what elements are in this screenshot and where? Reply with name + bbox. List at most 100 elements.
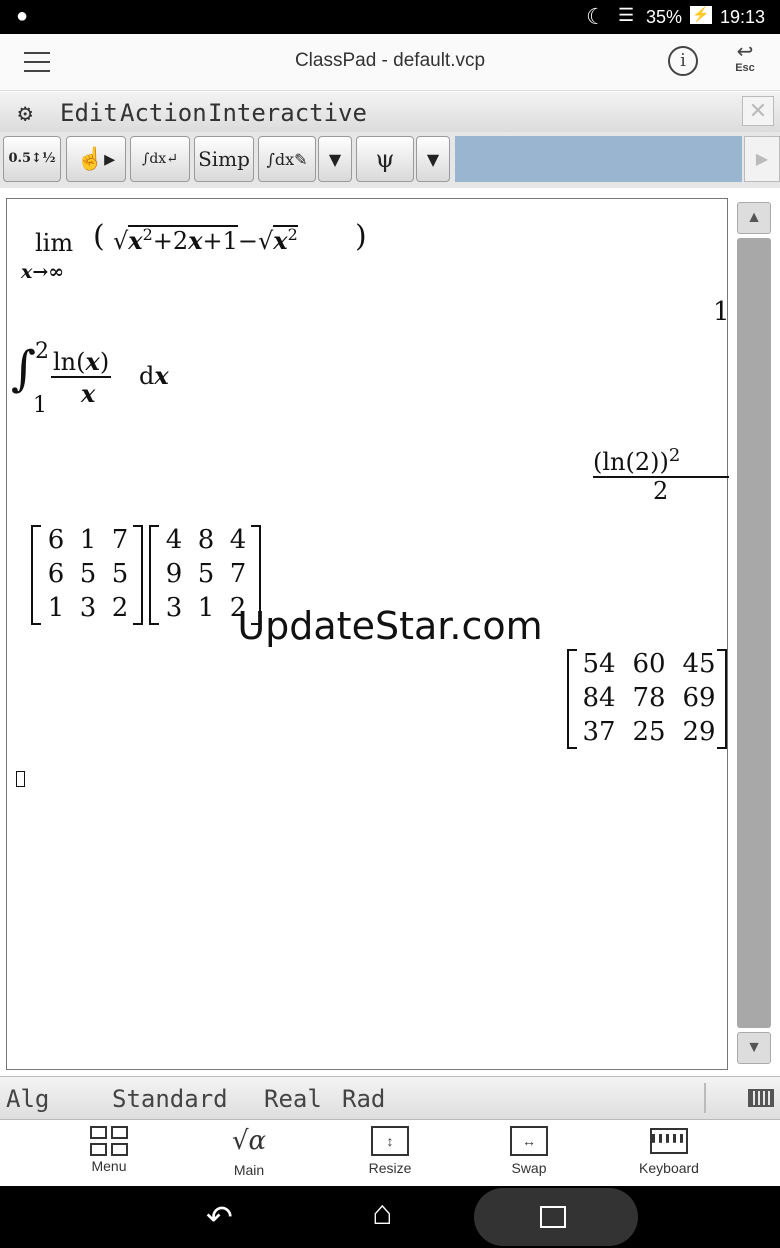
battery-percent: 35% <box>646 7 683 27</box>
integral-sign-icon: ∫ <box>11 341 37 397</box>
integral-edit-button[interactable]: ∫dx✎ <box>258 136 316 182</box>
integral-dx: dx <box>139 361 169 390</box>
matrix-cell: 78 <box>632 683 666 713</box>
nav-keyboard[interactable]: Keyboard <box>619 1126 719 1176</box>
home-icon[interactable]: ⌂ <box>372 1194 393 1233</box>
menu-bar: ⚙ Edit Action Interactive ✕ <box>0 92 780 133</box>
matrix-cell: 4 <box>229 525 247 555</box>
integral-result-numerator: (ln(2))2 <box>593 445 729 478</box>
scroll-down-icon[interactable]: ▼ <box>737 1032 771 1064</box>
matrix-cell: 69 <box>682 683 716 713</box>
matrix-cell: 54 <box>582 649 616 679</box>
menu-interactive[interactable]: Interactive <box>208 99 367 127</box>
nav-keyboard-label: Keyboard <box>639 1160 699 1176</box>
watermark: UpdateStar.com <box>237 604 543 648</box>
lim-subscript: x→∞ <box>21 261 65 283</box>
matrix-cell: 5 <box>197 559 215 589</box>
mode-standard[interactable]: Standard <box>112 1085 228 1113</box>
decimal-fraction-toggle-button[interactable]: 0.5↕½ <box>3 136 61 182</box>
nav-menu-label: Menu <box>91 1158 127 1174</box>
dropdown-arrow-icon[interactable]: ▼ <box>416 136 450 182</box>
swap-icon: ↔ <box>510 1126 548 1156</box>
esc-label: Esc <box>735 62 755 74</box>
android-icon: ● <box>16 5 29 27</box>
hand-pointer-button[interactable]: ☝▸ <box>66 136 126 182</box>
graph-button[interactable]: ψ <box>356 136 414 182</box>
limit-body: ( <box>93 219 105 254</box>
integral-result-denominator: 2 <box>653 477 669 505</box>
recent-apps-icon <box>540 1206 566 1228</box>
limit-body-close: ) <box>355 219 367 254</box>
divider <box>704 1083 706 1113</box>
scroll-thumb[interactable] <box>737 238 771 1028</box>
back-arrow-icon: ↩ <box>736 41 754 63</box>
matrix-cell: 29 <box>682 717 716 747</box>
mode-real[interactable]: Real <box>264 1085 322 1113</box>
resize-icon: ↕ <box>371 1126 409 1156</box>
nav-resize[interactable]: ↕ Resize <box>340 1126 440 1176</box>
matrix-cell: 1 <box>79 525 97 555</box>
dropdown-arrow-icon[interactable]: ▼ <box>318 136 352 182</box>
simp-button[interactable]: Simp <box>194 136 254 182</box>
title-bar: ClassPad - default.vcp i ↩ Esc <box>0 34 780 91</box>
toolbar-empty-area <box>455 136 742 182</box>
nav-swap-label: Swap <box>511 1160 547 1176</box>
limit-expression[interactable]: lim x→∞ ( √x2+2x+1−√x2 ) <box>17 219 377 291</box>
nav-menu[interactable]: Menu <box>59 1126 159 1174</box>
matrix-cell: 5 <box>111 559 129 589</box>
battery-charging-icon: ⚡ <box>690 6 712 24</box>
vertical-scrollbar[interactable]: ▲ ▼ <box>734 198 774 1070</box>
matrix-cell: 4 <box>165 525 183 555</box>
matrix-cell: 6 <box>47 559 65 589</box>
menu-edit[interactable]: Edit <box>60 99 118 127</box>
matrix-cell: 45 <box>682 649 716 679</box>
system-navigation-bar: ↶ ⌂ <box>0 1186 780 1248</box>
app-title: ClassPad - default.vcp <box>294 50 486 71</box>
integral-result[interactable]: (ln(2))2 2 <box>593 435 729 505</box>
mode-status-bar: Alg Standard Real Rad <box>0 1076 780 1120</box>
matrix-cell: 6 <box>47 525 65 555</box>
nav-main-label: Main <box>233 1162 265 1178</box>
menu-action[interactable]: Action <box>120 99 207 127</box>
matrix-cell: 60 <box>632 649 666 679</box>
matrix-cell: 25 <box>632 717 666 747</box>
limit-result[interactable]: 1 <box>713 297 730 327</box>
mode-rad[interactable]: Rad <box>342 1085 385 1113</box>
matrix-cell: 37 <box>582 717 616 747</box>
mode-alg[interactable]: Alg <box>6 1085 49 1113</box>
toolbar-scroll-right-icon[interactable]: ▶ <box>744 136 780 182</box>
integral-expression[interactable]: ∫ 2 1 ln(x) x dx <box>11 337 201 427</box>
matrix-cell: 84 <box>582 683 616 713</box>
scroll-up-icon[interactable]: ▲ <box>737 202 771 234</box>
keyboard-icon <box>650 1128 688 1154</box>
battery-icon <box>748 1089 774 1107</box>
input-cursor[interactable] <box>16 771 25 787</box>
bottom-navigation: Menu √α Main ↕ Resize ↔ Swap Keyboard <box>0 1120 780 1186</box>
grid-icon <box>90 1126 128 1156</box>
toolbar: 0.5↕½ ☝▸ ∫dx↵ Simp ∫dx✎ ▼ ψ ▼ ▶ <box>0 132 780 188</box>
esc-button[interactable]: ↩ Esc <box>728 42 762 74</box>
recent-apps-button[interactable] <box>474 1188 638 1246</box>
close-icon[interactable]: ✕ <box>742 96 774 126</box>
moon-icon: ☾ <box>586 4 606 29</box>
clock: 19:13 <box>720 7 766 27</box>
lim-label: lim <box>35 229 74 257</box>
settings-gear-icon[interactable]: ⚙ <box>18 99 32 127</box>
integral-upper-limit: 2 <box>35 339 49 364</box>
back-icon[interactable]: ↶ <box>206 1198 233 1236</box>
limit-body-terms: √x2+2x+1−√x2 <box>113 225 298 255</box>
nav-resize-label: Resize <box>368 1160 412 1176</box>
status-bar: ● ☾ ☰ 35% ⚡ 19:13 <box>0 0 780 34</box>
nav-main[interactable]: √α Main <box>199 1126 299 1178</box>
integral-lower-limit: 1 <box>33 393 47 418</box>
matrix-cell: 8 <box>197 525 215 555</box>
integral-transfer-button[interactable]: ∫dx↵ <box>130 136 190 182</box>
matrix-cell: 9 <box>165 559 183 589</box>
matrix-cell: 7 <box>111 525 129 555</box>
integrand-numerator: ln(x) <box>51 347 112 378</box>
info-icon[interactable]: i <box>668 46 698 76</box>
nav-swap[interactable]: ↔ Swap <box>479 1126 579 1176</box>
matrix-cell: 7 <box>229 559 247 589</box>
matrix-result[interactable]: 54 60 45 84 78 69 37 25 29 <box>567 649 727 749</box>
matrix-cell: 5 <box>79 559 97 589</box>
